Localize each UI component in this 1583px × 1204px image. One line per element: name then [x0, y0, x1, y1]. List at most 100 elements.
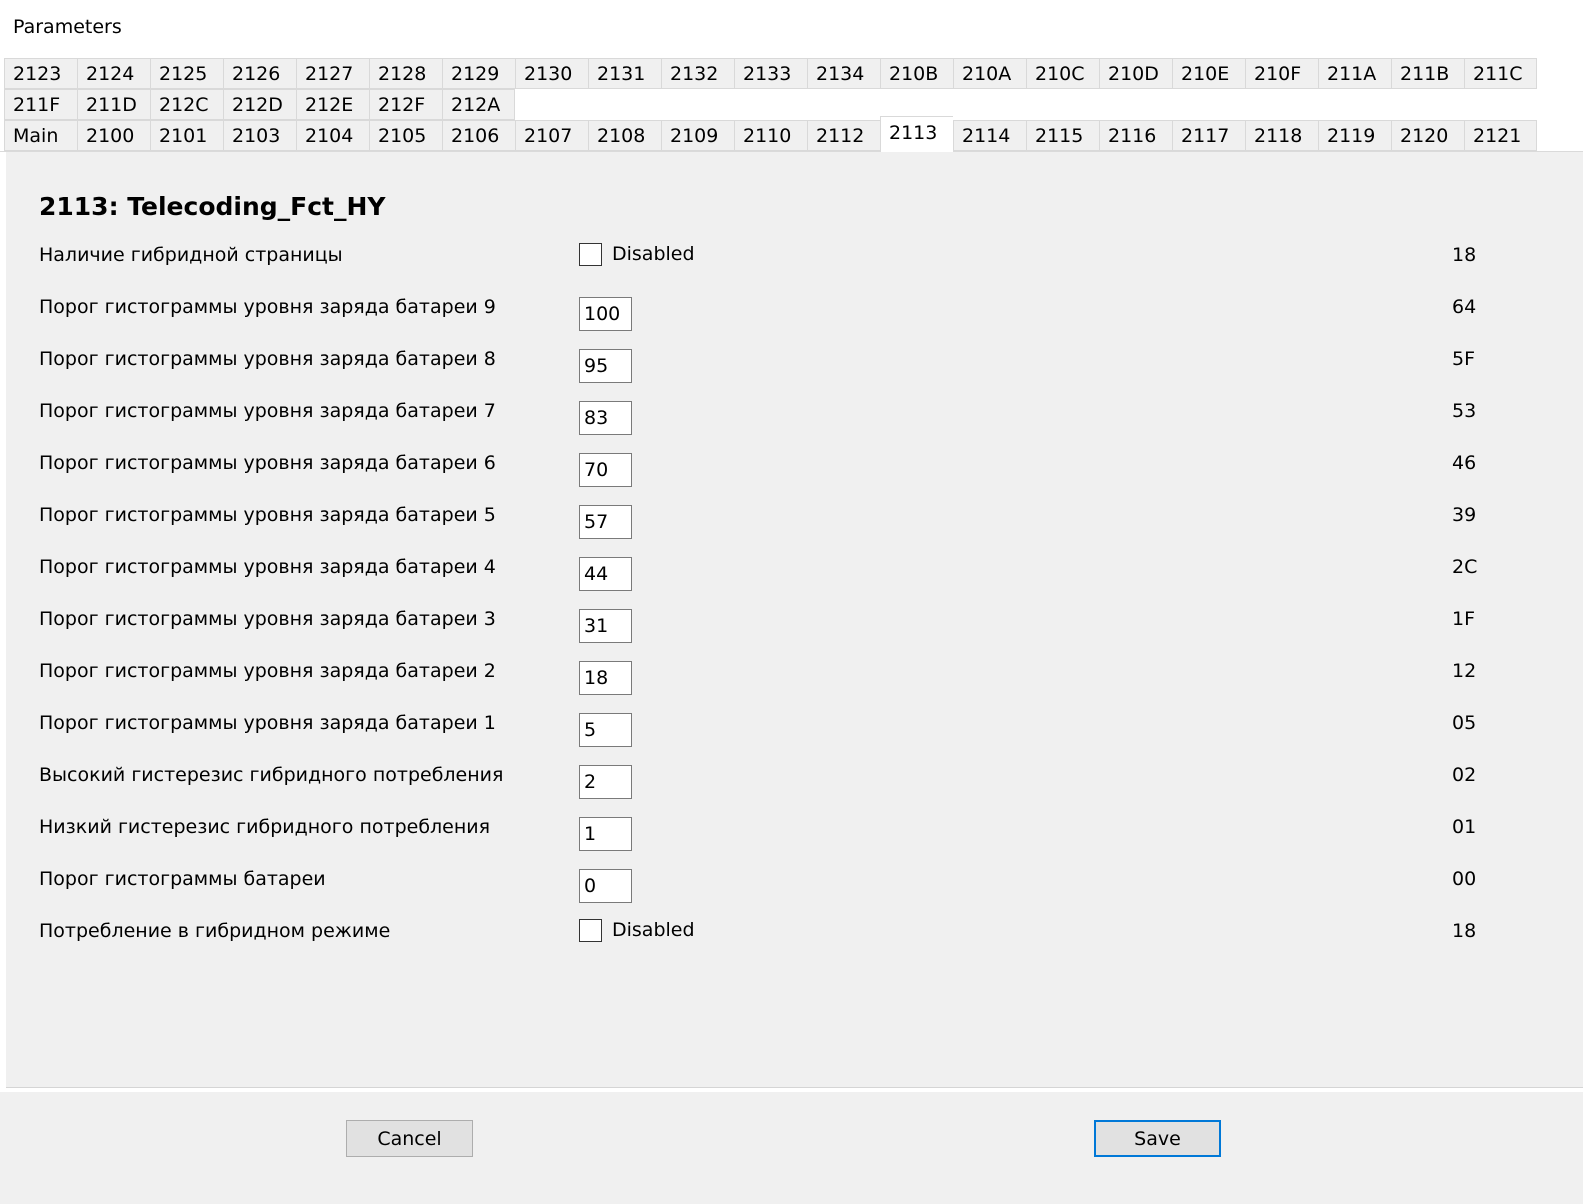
tab-2132[interactable]: 2132: [661, 58, 734, 89]
page-title: 2113: Telecoding_Fct_HY: [39, 192, 386, 221]
hex-value: 05: [1452, 712, 1477, 734]
tab-2104[interactable]: 2104: [296, 120, 369, 151]
footer-bar: [0, 1092, 1583, 1204]
field-label: Высокий гистерезис гибридного потреблени…: [39, 764, 504, 786]
tab-strip: 2123 2124 2125 2126 2127 2128 2129 2130 2131 2132…: [0, 54, 1583, 152]
value-input[interactable]: [579, 609, 632, 643]
value-input[interactable]: [579, 713, 632, 747]
value-input[interactable]: [579, 349, 632, 383]
tab-210e[interactable]: 210E: [1172, 58, 1245, 89]
tab-2131[interactable]: 2131: [588, 58, 661, 89]
tab-2116[interactable]: 2116: [1099, 120, 1172, 151]
hex-value: 2C: [1452, 556, 1478, 578]
tab-211b[interactable]: 211B: [1391, 58, 1464, 89]
tab-212e[interactable]: 212E: [296, 89, 369, 120]
tab-211f[interactable]: 211F: [4, 89, 77, 120]
tab-2118[interactable]: 2118: [1245, 120, 1318, 151]
field-label: Порог гистограммы уровня заряда батареи …: [39, 348, 496, 370]
tab-210f[interactable]: 210F: [1245, 58, 1318, 89]
field-label: Порог гистограммы уровня заряда батареи …: [39, 452, 496, 474]
value-input[interactable]: [579, 453, 632, 487]
tab-2128[interactable]: 2128: [369, 58, 442, 89]
hex-value: 39: [1452, 504, 1477, 526]
tab-2133[interactable]: 2133: [734, 58, 807, 89]
checkbox-label: Disabled: [612, 919, 695, 941]
hex-value: 00: [1452, 868, 1477, 890]
value-input[interactable]: [579, 401, 632, 435]
tab-210c[interactable]: 210C: [1026, 58, 1099, 89]
field-label: Потребление в гибридном режиме: [39, 920, 391, 942]
value-input[interactable]: [579, 557, 632, 591]
field-label: Порог гистограммы батареи: [39, 868, 326, 890]
value-input[interactable]: [579, 505, 632, 539]
tab-212d[interactable]: 212D: [223, 89, 296, 120]
tab-main[interactable]: Main: [4, 120, 77, 151]
tab-row-1: 2123 2124 2125 2126 2127 2128 2129 2130 2131 2132…: [4, 58, 1537, 90]
tab-2114[interactable]: 2114: [953, 120, 1026, 151]
tab-2125[interactable]: 2125: [150, 58, 223, 89]
tab-211c[interactable]: 211C: [1464, 58, 1537, 89]
checkbox-label: Disabled: [612, 243, 695, 265]
tab-210a[interactable]: 210A: [953, 58, 1026, 89]
value-input[interactable]: [579, 297, 632, 331]
save-button[interactable]: Save: [1094, 1120, 1221, 1157]
value-input[interactable]: [579, 765, 632, 799]
tab-2119[interactable]: 2119: [1318, 120, 1391, 151]
window-title: Parameters: [13, 16, 122, 38]
tab-2127[interactable]: 2127: [296, 58, 369, 89]
tab-210b[interactable]: 210B: [880, 58, 953, 89]
field-label: Порог гистограммы уровня заряда батареи …: [39, 712, 496, 734]
field-label: Порог гистограммы уровня заряда батареи …: [39, 608, 496, 630]
hex-value: 1F: [1452, 608, 1476, 630]
tab-2100[interactable]: 2100: [77, 120, 150, 151]
checkbox-control[interactable]: Disabled: [579, 918, 695, 942]
tab-2120[interactable]: 2120: [1391, 120, 1464, 151]
checkbox[interactable]: [579, 918, 602, 942]
tab-210d[interactable]: 210D: [1099, 58, 1172, 89]
tab-2130[interactable]: 2130: [515, 58, 588, 89]
tab-2123[interactable]: 2123: [4, 58, 77, 89]
hex-value: 02: [1452, 764, 1477, 786]
hex-value: 18: [1452, 920, 1477, 942]
tab-2105[interactable]: 2105: [369, 120, 442, 151]
tab-row-2: 211F 211D 212C 212D 212E 212F 212A: [4, 89, 515, 121]
field-label: Порог гистограммы уровня заряда батареи …: [39, 296, 496, 318]
hex-value: 46: [1452, 452, 1477, 474]
field-label: Наличие гибридной страницы: [39, 244, 343, 266]
hex-value: 53: [1452, 400, 1477, 422]
tab-2124[interactable]: 2124: [77, 58, 150, 89]
tab-212a[interactable]: 212A: [442, 89, 515, 120]
tab-2117[interactable]: 2117: [1172, 120, 1245, 151]
tab-2129[interactable]: 2129: [442, 58, 515, 89]
hex-value: 01: [1452, 816, 1477, 838]
tab-2107[interactable]: 2107: [515, 120, 588, 151]
tab-2112[interactable]: 2112: [807, 120, 880, 151]
value-input[interactable]: [579, 869, 632, 903]
tab-2126[interactable]: 2126: [223, 58, 296, 89]
tab-2113[interactable]: 2113: [880, 116, 953, 152]
cancel-button[interactable]: Cancel: [346, 1120, 473, 1157]
tab-2106[interactable]: 2106: [442, 120, 515, 151]
value-input[interactable]: [579, 661, 632, 695]
tab-211a[interactable]: 211A: [1318, 58, 1391, 89]
tab-2103[interactable]: 2103: [223, 120, 296, 151]
checkbox[interactable]: [579, 242, 602, 266]
field-label: Порог гистограммы уровня заряда батареи …: [39, 660, 496, 682]
field-label: Порог гистограммы уровня заряда батареи …: [39, 556, 496, 578]
value-input[interactable]: [579, 817, 632, 851]
tab-212f[interactable]: 212F: [369, 89, 442, 120]
hex-value: 12: [1452, 660, 1477, 682]
tab-2134[interactable]: 2134: [807, 58, 880, 89]
tab-2121[interactable]: 2121: [1464, 120, 1537, 151]
tab-211d[interactable]: 211D: [77, 89, 150, 120]
tab-2110[interactable]: 2110: [734, 120, 807, 151]
field-label: Порог гистограммы уровня заряда батареи …: [39, 400, 496, 422]
tab-2108[interactable]: 2108: [588, 120, 661, 151]
hex-value: 18: [1452, 244, 1477, 266]
checkbox-control[interactable]: Disabled: [579, 242, 695, 266]
tab-2101[interactable]: 2101: [150, 120, 223, 151]
tab-row-3: Main 2100 2101 2103 2104 2105 2106 2107 2108 2109…: [4, 116, 1537, 152]
tab-212c[interactable]: 212C: [150, 89, 223, 120]
tab-2109[interactable]: 2109: [661, 120, 734, 151]
tab-2115[interactable]: 2115: [1026, 120, 1099, 151]
